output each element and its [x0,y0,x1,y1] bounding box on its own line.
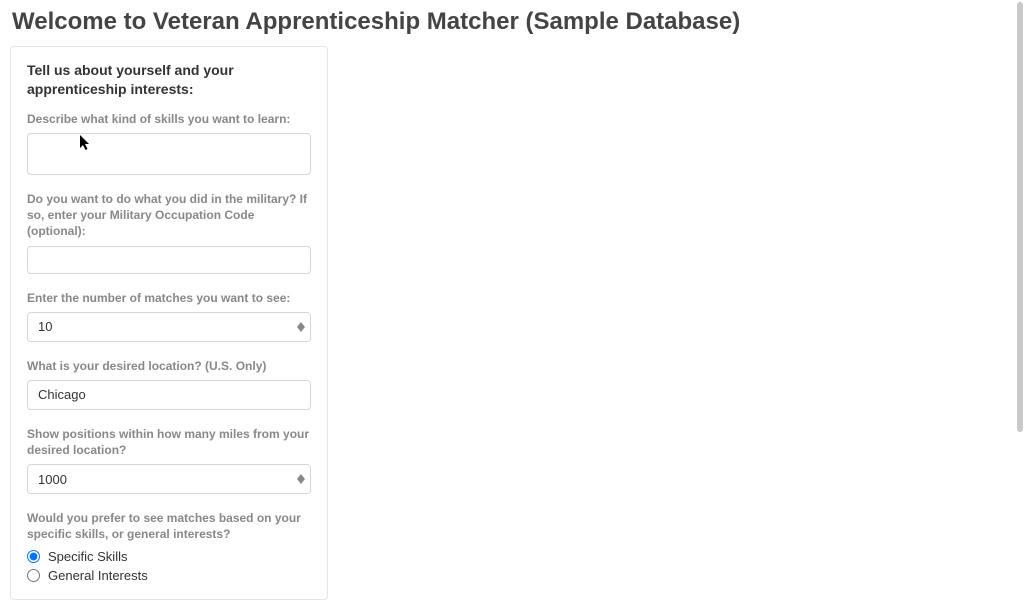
field-preference: Would you prefer to see matches based on… [27,510,311,582]
radio-general-input[interactable] [27,569,40,582]
scrollbar-thumb[interactable] [1017,2,1023,432]
scrollbar[interactable] [1016,0,1024,531]
page-title: Welcome to Veteran Apprenticeship Matche… [0,0,1024,46]
radius-input[interactable] [27,464,311,494]
num-matches-input[interactable] [27,312,311,342]
location-input[interactable] [27,380,311,410]
radio-specific-skills[interactable]: Specific Skills [27,549,311,564]
radius-label: Show positions within how many miles fro… [27,426,311,458]
form-intro: Tell us about yourself and your apprenti… [27,61,311,99]
skills-label: Describe what kind of skills you want to… [27,111,311,127]
radio-general-label: General Interests [48,568,148,583]
location-label: What is your desired location? (U.S. Onl… [27,358,311,374]
field-radius: Show positions within how many miles fro… [27,426,311,494]
skills-input[interactable] [27,133,311,175]
preference-label: Would you prefer to see matches based on… [27,510,311,542]
num-matches-label: Enter the number of matches you want to … [27,290,311,306]
field-skills: Describe what kind of skills you want to… [27,111,311,175]
radio-general-interests[interactable]: General Interests [27,568,311,583]
military-code-label: Do you want to do what you did in the mi… [27,191,311,240]
military-code-input[interactable] [27,246,311,274]
form-card: Tell us about yourself and your apprenti… [10,46,328,600]
field-location: What is your desired location? (U.S. Onl… [27,358,311,410]
field-num-matches: Enter the number of matches you want to … [27,290,311,342]
radio-specific-input[interactable] [27,550,40,563]
field-military-code: Do you want to do what you did in the mi… [27,191,311,274]
radio-specific-label: Specific Skills [48,549,127,564]
